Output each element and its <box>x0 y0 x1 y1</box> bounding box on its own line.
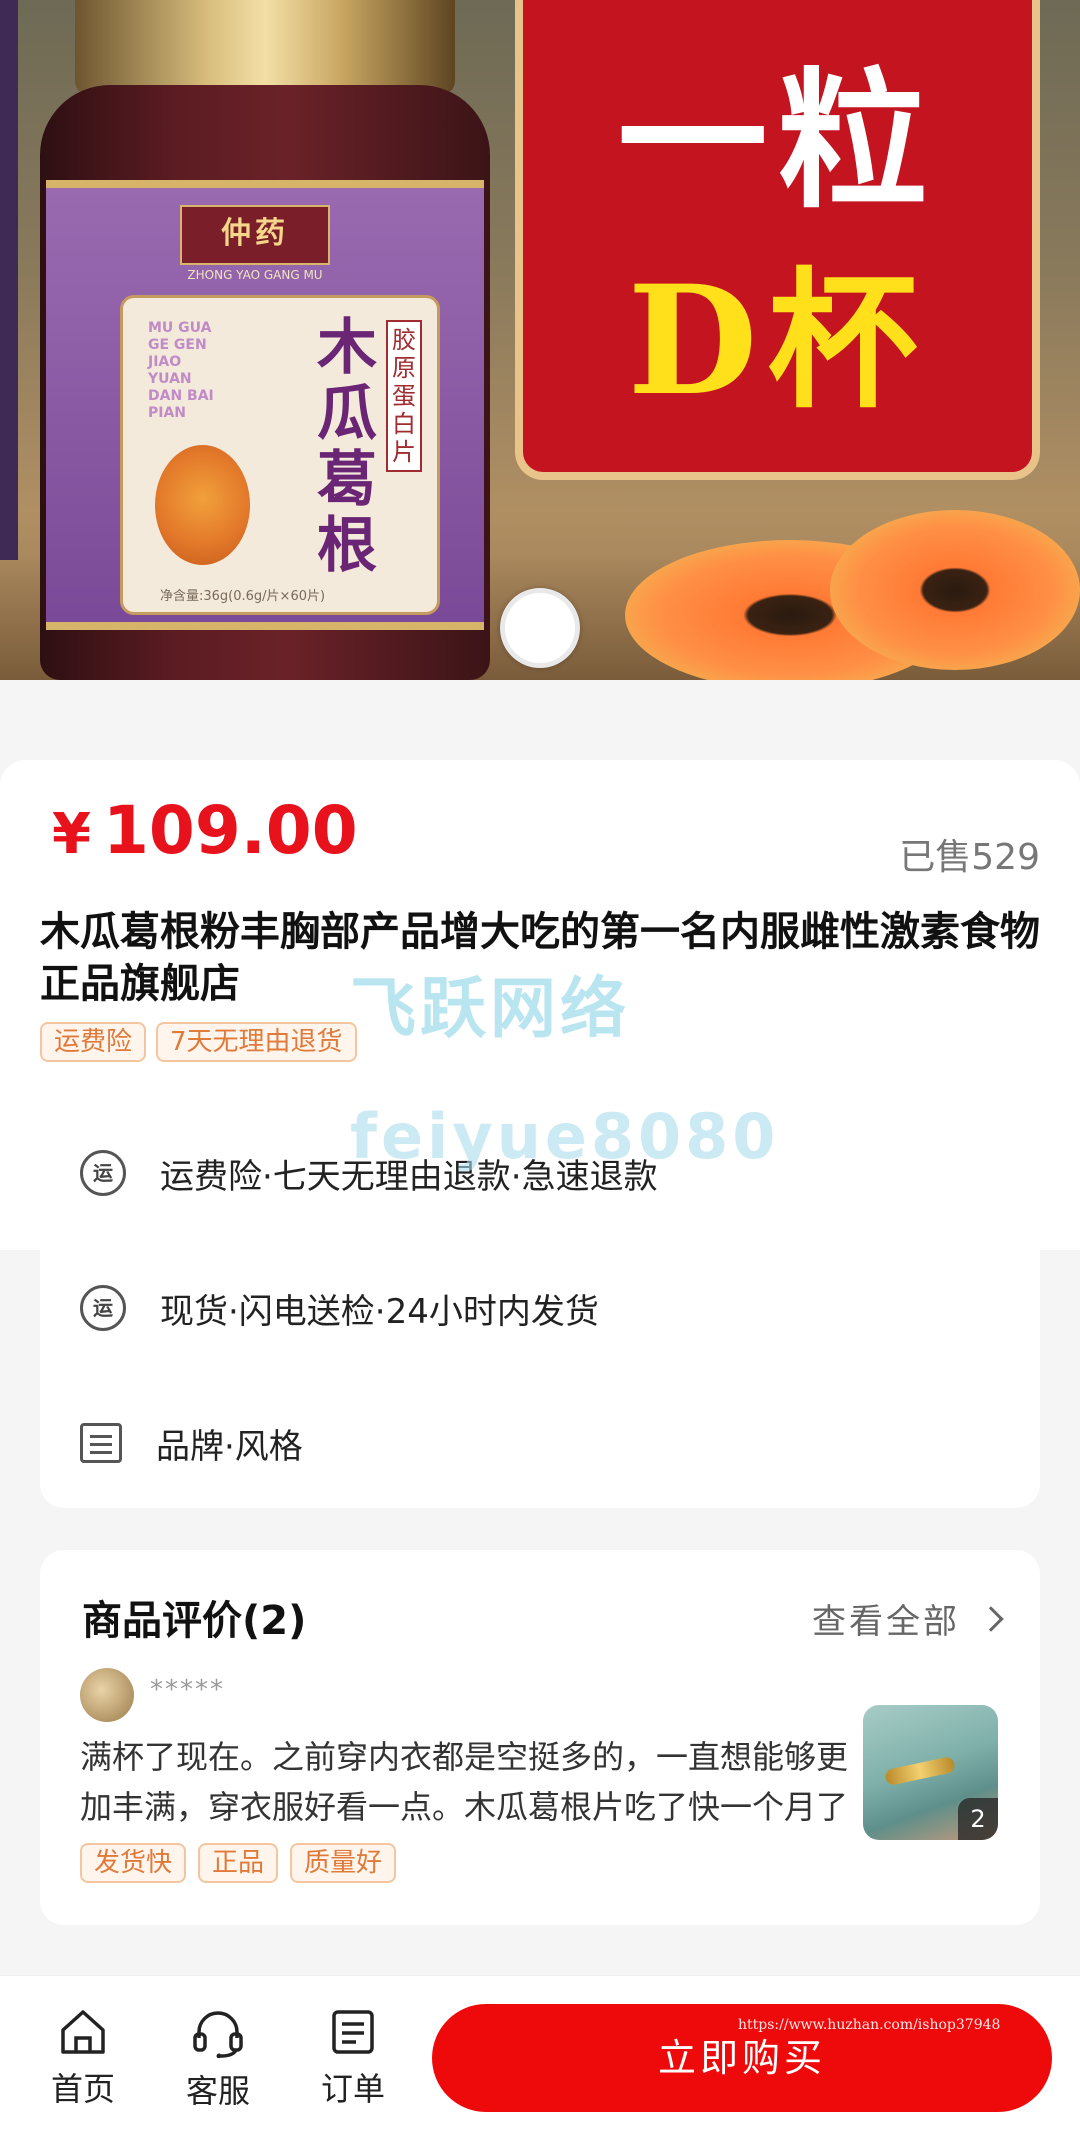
tag-7day-return: 7天无理由退货 <box>156 1022 357 1062</box>
nav-orders-label: 订单 <box>320 2070 385 2108</box>
carousel-indicator[interactable] <box>500 588 580 668</box>
ring-image <box>884 1755 956 1787</box>
service-row[interactable]: 品牌·风格 <box>80 1413 303 1473</box>
review-tag: 正品 <box>198 1843 279 1883</box>
service-text: 品牌·风格 <box>156 1426 303 1467</box>
headset-icon <box>193 2011 243 2058</box>
service-text: 现货·闪电送检·24小时内发货 <box>160 1291 599 1332</box>
reviews-title: 商品评价(2) <box>82 1598 307 1644</box>
tag-shipping-insurance: 运费险 <box>40 1022 147 1062</box>
promo-banner: 一粒 D杯 <box>515 0 1040 480</box>
nav-service-label: 客服 <box>185 2072 250 2110</box>
promo-line-1: 一粒 <box>617 53 938 229</box>
reviews-card: 商品评价(2) 查看全部 ***** 满杯了现在。之前穿内衣都是空挺多的，一直想… <box>40 1550 1040 1925</box>
shipping-insurance-icon: 运 <box>80 1150 126 1196</box>
avatar <box>80 1668 134 1722</box>
sold-count: 已售529 <box>899 837 1040 878</box>
shipping-icon: 运 <box>80 1285 126 1331</box>
product-title: 木瓜葛根粉丰胸部产品增大吃的第一名内服雌性激素食物正品旗舰店 <box>40 909 1040 1007</box>
review-tags: 发货快 正品 质量好 <box>80 1843 397 1883</box>
product-image-carousel[interactable]: 仲药 ZHONG YAO GANG MU MU GUA GE GEN JIAO … <box>0 0 1080 680</box>
currency-symbol: ¥ <box>52 802 91 867</box>
papaya-half-image <box>830 510 1080 670</box>
review-photo[interactable]: 2 <box>863 1705 998 1840</box>
product-pinyin: MU GUA GE GEN JIAO YUAN DAN BAI PIAN <box>148 320 214 421</box>
watermark-url: https://www.huzhan.com/ishop37948 <box>738 2017 1001 2033</box>
review-tag: 发货快 <box>80 1843 187 1883</box>
service-text: 运费险·七天无理由退款·急速退款 <box>160 1156 658 1197</box>
product-subname-on-jar: 胶原蛋白片 <box>386 320 422 472</box>
price-value: 109.00 <box>102 792 358 869</box>
nav-home-label: 首页 <box>50 2070 115 2108</box>
product-tags: 运费险 7天无理由退货 <box>40 1022 357 1062</box>
brand-logo: 仲药 <box>180 205 330 265</box>
view-all-reviews-link[interactable]: 查看全部 <box>812 1594 1004 1643</box>
services-card[interactable]: 运 运费险·七天无理由退款·急速退款 运 现货·闪电送检·24小时内发货 品牌·… <box>40 1103 1040 1508</box>
net-weight: 净含量:36g(0.6g/片×60片) <box>160 589 326 604</box>
document-icon <box>80 1423 122 1463</box>
product-jar-image: 仲药 ZHONG YAO GANG MU MU GUA GE GEN JIAO … <box>40 0 490 680</box>
orders-icon <box>332 2010 374 2054</box>
photo-count-badge: 2 <box>958 1798 998 1840</box>
chevron-right-icon <box>978 1605 1004 1632</box>
bottom-action-bar: 首页 客服 订单 立即购买 <box>0 1975 1080 2139</box>
review-tag: 质量好 <box>290 1843 397 1883</box>
service-row[interactable]: 运 运费险·七天无理由退款·急速退款 <box>80 1143 658 1203</box>
papaya-illustration <box>155 445 250 565</box>
view-all-label: 查看全部 <box>812 1602 960 1642</box>
brand-subtitle: ZHONG YAO GANG MU <box>187 268 323 282</box>
nav-home[interactable]: 首页 <box>38 2008 128 2110</box>
jar-cap <box>75 0 455 95</box>
price: ¥109.00 <box>52 792 358 869</box>
service-row[interactable]: 运 现货·闪电送检·24小时内发货 <box>80 1278 599 1338</box>
nav-customer-service[interactable]: 客服 <box>173 2008 263 2112</box>
promo-line-2: D杯 <box>627 253 928 429</box>
reviewer-name: ***** <box>150 1675 225 1705</box>
review-text[interactable]: 满杯了现在。之前穿内衣都是空挺多的，一直想能够更加丰满，穿衣服好看一点。木瓜葛根… <box>80 1732 870 1832</box>
nav-orders[interactable]: 订单 <box>308 2008 398 2110</box>
home-icon <box>61 2010 105 2054</box>
product-name-on-jar: 木瓜葛根 <box>317 313 377 581</box>
